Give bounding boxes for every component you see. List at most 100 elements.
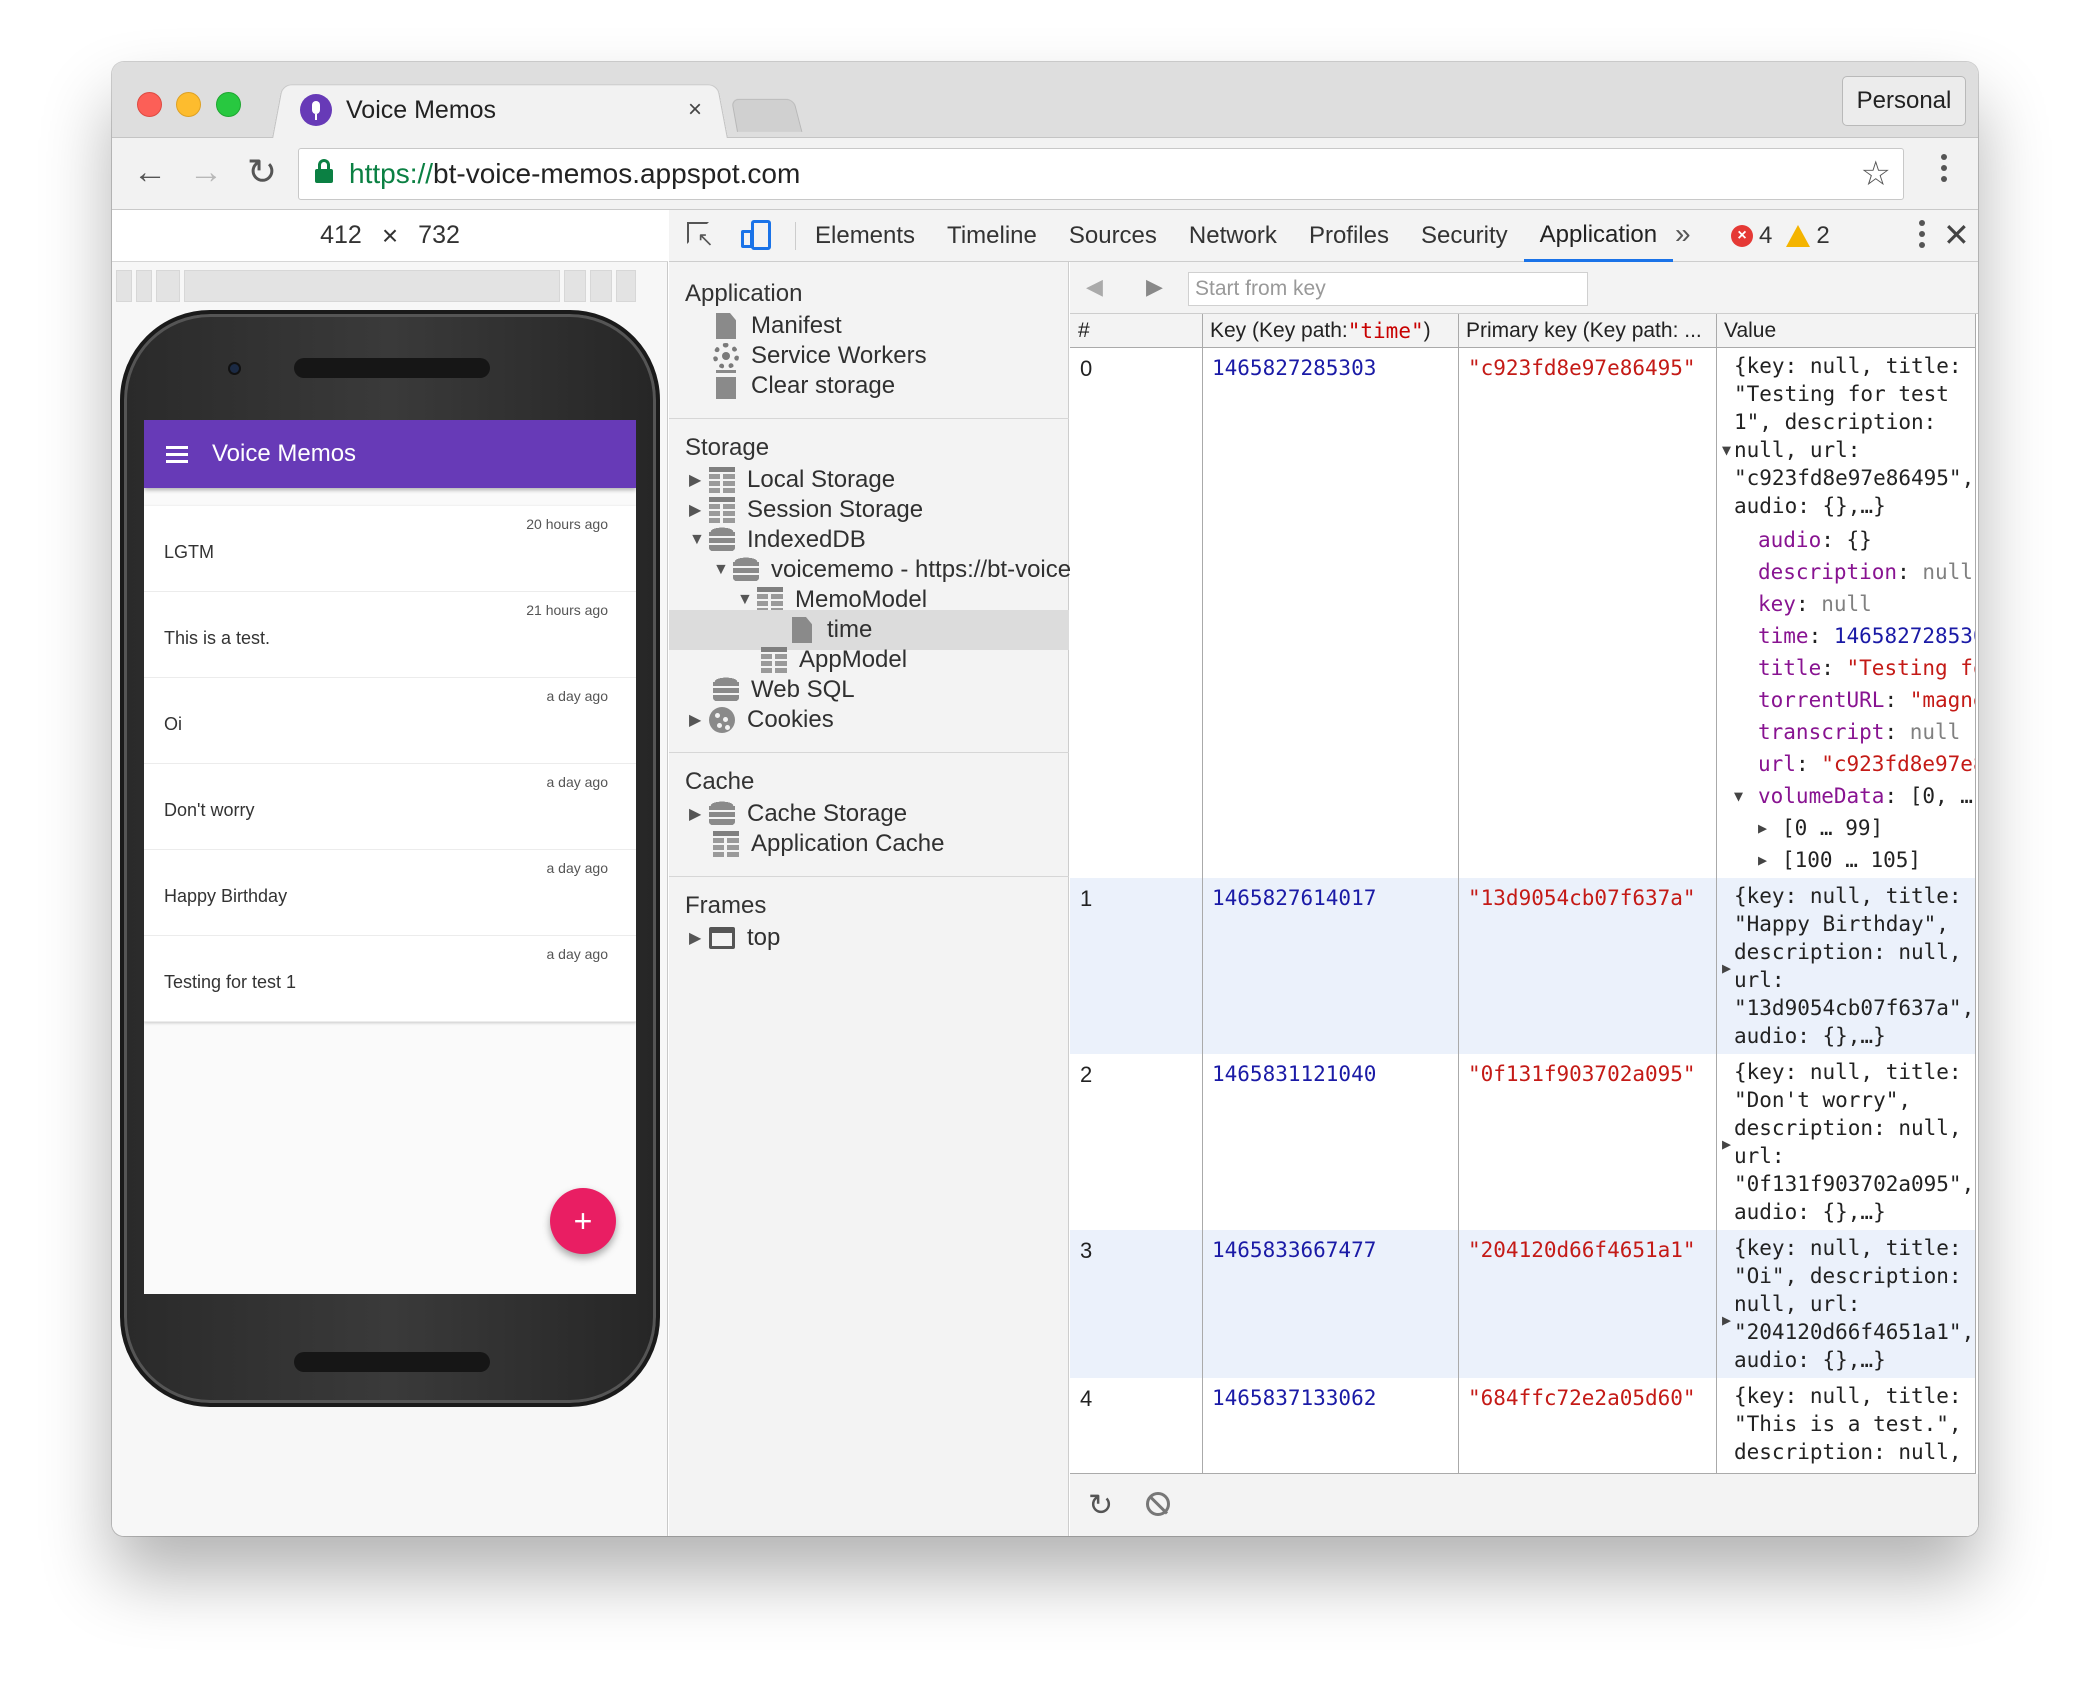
memo-title: LGTM xyxy=(164,542,215,562)
volume-range-item[interactable]: ▶ [0 … 99] xyxy=(1758,812,1975,844)
expand-icon[interactable]: ▶ xyxy=(1722,1306,1731,1334)
memo-item[interactable]: a day ago Happy Birthday xyxy=(144,850,636,936)
tab-network[interactable]: Network xyxy=(1173,210,1293,262)
value-line: audio: {},…} xyxy=(1734,494,1886,518)
expand-icon[interactable]: ▶ xyxy=(689,928,705,948)
value-line: {key: null, title: xyxy=(1734,1384,1962,1408)
collapse-icon[interactable]: ▼ xyxy=(1734,780,1743,812)
memo-time: a day ago xyxy=(546,946,609,962)
column-header-value[interactable]: Value xyxy=(1716,314,1975,348)
row-index: 1 xyxy=(1080,886,1093,911)
tab-close-icon[interactable]: × xyxy=(688,96,702,124)
memo-item[interactable]: a day ago Don't worry xyxy=(144,764,636,850)
property-volume-data[interactable]: ▼ volumeData: [0, … xyxy=(1734,780,1975,812)
expand-icon[interactable]: ▶ xyxy=(1722,1458,1731,1466)
table-row[interactable]: 3 1465833667477 "204120d66f4651a1" {key:… xyxy=(1070,1230,1975,1378)
tab-security[interactable]: Security xyxy=(1405,210,1524,262)
media-query-bar[interactable] xyxy=(116,270,664,302)
devtools-menu-icon[interactable] xyxy=(1915,220,1929,253)
row-value[interactable]: {key: null, title: "This is a test.", ▶d… xyxy=(1720,1382,1975,1466)
forward-button[interactable]: → xyxy=(184,150,228,194)
minimize-window-button[interactable] xyxy=(176,92,201,117)
device-height[interactable]: 732 xyxy=(418,221,460,250)
inspect-element-icon[interactable]: ↖ xyxy=(687,222,715,250)
column-divider[interactable] xyxy=(1202,314,1203,1473)
start-from-key-input[interactable]: Start from key xyxy=(1188,272,1588,306)
value-line: {key: null, title: xyxy=(1734,1060,1962,1084)
tab-sources[interactable]: Sources xyxy=(1053,210,1173,262)
sidebar-item-cookies[interactable]: ▶ Cookies xyxy=(689,700,834,740)
row-primary-key: "13d9054cb07f637a" xyxy=(1468,886,1696,910)
arrow-right-icon: → xyxy=(189,152,223,191)
bookmark-star-icon[interactable]: ☆ xyxy=(1861,154,1891,194)
reload-button[interactable]: ↻ xyxy=(240,150,284,194)
memo-item[interactable]: 20 hours ago LGTM xyxy=(144,506,636,592)
expand-icon[interactable]: ▶ xyxy=(689,470,705,490)
browser-tab[interactable]: Voice Memos × xyxy=(292,82,712,138)
expand-icon[interactable]: ▶ xyxy=(1758,812,1767,844)
sidebar-item-clear-storage[interactable]: Clear storage xyxy=(713,366,895,406)
device-width[interactable]: 412 xyxy=(320,221,362,250)
row-value[interactable]: {key: null, title: "Don't worry", ▶ descr… xyxy=(1720,1058,1975,1226)
maximize-window-button[interactable] xyxy=(216,92,241,117)
row-value[interactable]: {key: null, title: "Oi", description: ▶ n… xyxy=(1720,1234,1975,1374)
tab-elements[interactable]: Elements xyxy=(799,210,931,262)
back-button[interactable]: ← xyxy=(128,150,172,194)
tab-application[interactable]: Application xyxy=(1523,210,1674,262)
value-line: audio: {},…} xyxy=(1734,1024,1886,1048)
collapse-icon[interactable]: ▼ xyxy=(713,561,729,579)
column-header-primary-key[interactable]: Primary key (Key path: ... xyxy=(1458,314,1716,348)
device-toolbar-icon[interactable] xyxy=(741,220,773,252)
tab-timeline[interactable]: Timeline xyxy=(931,210,1053,262)
menu-icon[interactable] xyxy=(166,445,188,463)
row-key: 1465827614017 xyxy=(1212,886,1377,910)
property-key: key: null xyxy=(1758,592,1872,616)
frame-icon xyxy=(709,927,735,949)
sidebar-item-application-cache[interactable]: Application Cache xyxy=(713,824,944,864)
expand-icon[interactable]: ▶ xyxy=(1758,844,1767,876)
expand-icon[interactable]: ▶ xyxy=(1722,954,1731,982)
sidebar-heading-application: Application xyxy=(685,280,803,307)
column-header-key[interactable]: Key (Key path: "time") xyxy=(1202,314,1458,348)
column-header-index[interactable]: # xyxy=(1070,314,1202,348)
expand-icon[interactable]: ▶ xyxy=(1722,1130,1731,1158)
table-row[interactable]: 0 1465827285303 "c923fd8e97e86495" {key:… xyxy=(1070,348,1975,878)
expand-icon[interactable]: ▶ xyxy=(689,500,705,520)
tab-title: Voice Memos xyxy=(346,95,497,124)
phone-bottom-speaker xyxy=(294,1352,490,1372)
table-row[interactable]: 1 1465827614017 "13d9054cb07f637a" {key:… xyxy=(1070,878,1975,1054)
previous-page-icon[interactable]: ◀ xyxy=(1086,274,1103,300)
volume-range-item[interactable]: ▶ [100 … 105] xyxy=(1758,844,1975,876)
address-bar[interactable]: https://bt-voice-memos.appspot.com ☆ xyxy=(298,148,1904,200)
profile-button[interactable]: Personal xyxy=(1842,76,1966,126)
refresh-icon[interactable]: ↻ xyxy=(1088,1488,1113,1523)
memo-item[interactable]: a day ago Oi xyxy=(144,678,636,764)
clear-object-store-icon[interactable] xyxy=(1146,1492,1170,1516)
new-tab-button[interactable] xyxy=(731,98,803,132)
next-page-icon[interactable]: ▶ xyxy=(1146,274,1163,300)
column-divider[interactable] xyxy=(1458,314,1459,1473)
value-line: "Oi", description: xyxy=(1734,1264,1962,1288)
row-value[interactable]: {key: null, title: "Happy Birthday", ▶ de… xyxy=(1720,882,1975,1050)
object-properties: audio: {} description: null key: null ti… xyxy=(1720,524,1975,876)
collapse-icon[interactable]: ▼ xyxy=(737,591,753,609)
memo-item[interactable]: 21 hours ago This is a test. xyxy=(144,592,636,678)
sidebar-item-top-frame[interactable]: ▶ top xyxy=(689,918,780,958)
memo-item[interactable]: a day ago Testing for test 1 xyxy=(144,936,636,1022)
tab-profiles[interactable]: Profiles xyxy=(1293,210,1405,262)
column-divider[interactable] xyxy=(1716,314,1717,1473)
expand-icon[interactable]: ▶ xyxy=(689,710,705,730)
devtools-close-icon[interactable]: ✕ xyxy=(1943,216,1970,254)
add-memo-button[interactable]: + xyxy=(550,1188,616,1254)
browser-menu-icon[interactable] xyxy=(1934,154,1954,194)
collapse-icon[interactable]: ▼ xyxy=(689,531,705,549)
close-window-button[interactable] xyxy=(137,92,162,117)
row-key: 1465833667477 xyxy=(1212,1238,1377,1262)
table-row[interactable]: 4 1465837133062 "684ffc72e2a05d60" {key:… xyxy=(1070,1378,1975,1473)
console-counters[interactable]: × 4 2 xyxy=(1731,222,1830,250)
row-value[interactable]: {key: null, title: "Testing for test 1",… xyxy=(1720,352,1975,876)
more-tabs-icon[interactable]: » xyxy=(1675,218,1691,250)
table-row[interactable]: 2 1465831121040 "0f131f903702a095" {key:… xyxy=(1070,1054,1975,1230)
expand-icon[interactable]: ▶ xyxy=(689,804,705,824)
collapse-icon[interactable]: ▼ xyxy=(1722,436,1731,464)
